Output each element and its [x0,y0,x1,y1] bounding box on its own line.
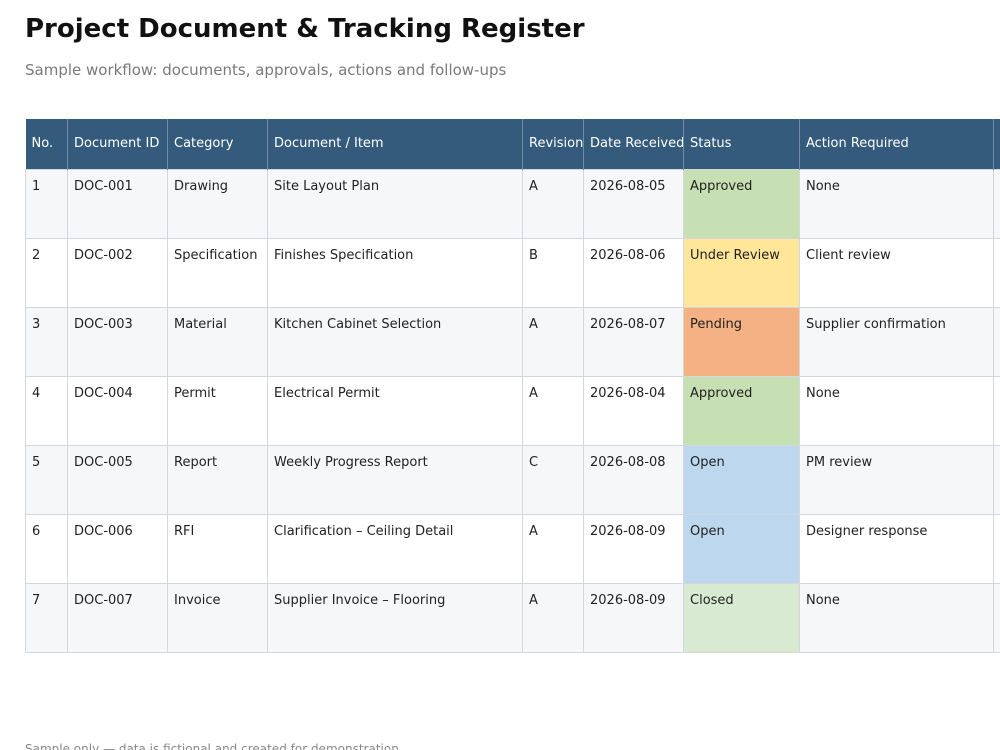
cell-document-id: DOC-003 [67,306,168,377]
cell-status: Under Review [683,237,800,308]
table-row[interactable]: 7 DOC-007 Invoice Supplier Invoice – Floori… [25,582,1000,653]
cell-category: Invoice [167,582,268,653]
cell-date-received: 2026-08-08 [583,444,684,515]
cell-category: RFI [167,513,268,584]
cell-no: 7 [25,582,68,653]
cell-no: 3 [25,306,68,377]
cell-no: 5 [25,444,68,515]
cell-action-required: Client review [799,237,994,308]
column-header-overflow [993,119,1000,169]
cell-date-received: 2026-08-06 [583,237,684,308]
register-table: No. Document ID Category Document / Item… [25,119,1000,653]
cell-no: 1 [25,168,68,239]
cell-category: Report [167,444,268,515]
table-row[interactable]: 1 DOC-001 Drawing Site Layout Plan A 2026-08-… [25,168,1000,239]
cell-category: Drawing [167,168,268,239]
cell-overflow [993,582,1000,653]
column-header-action-required[interactable]: Action Required [799,119,994,169]
cell-category: Material [167,306,268,377]
cell-date-received: 2026-08-07 [583,306,684,377]
cell-revision: A [522,168,584,239]
cell-action-required: None [799,582,994,653]
table-header-row: No. Document ID Category Document / Item… [25,119,1000,169]
cell-revision: C [522,444,584,515]
cell-action-required: PM review [799,444,994,515]
cell-document-item: Kitchen Cabinet Selection [267,306,523,377]
column-header-status[interactable]: Status [683,119,800,169]
cell-document-id: DOC-006 [67,513,168,584]
cell-status: Approved [683,168,800,239]
register-table-body: 1 DOC-001 Drawing Site Layout Plan A 2026-08-… [25,168,1000,653]
footnote: Sample only — data is fictional and crea… [25,742,399,750]
cell-action-required: Supplier confirmation [799,306,994,377]
cell-revision: A [522,513,584,584]
cell-document-id: DOC-007 [67,582,168,653]
cell-document-id: DOC-001 [67,168,168,239]
cell-document-item: Electrical Permit [267,375,523,446]
cell-document-item: Clarification – Ceiling Detail [267,513,523,584]
cell-action-required: None [799,168,994,239]
cell-status: Approved [683,375,800,446]
column-header-date-received[interactable]: Date Received [583,119,684,169]
cell-document-id: DOC-005 [67,444,168,515]
column-header-category[interactable]: Category [167,119,268,169]
cell-no: 6 [25,513,68,584]
cell-category: Specification [167,237,268,308]
column-header-document-item[interactable]: Document / Item [267,119,523,169]
cell-no: 2 [25,237,68,308]
cell-status: Open [683,513,800,584]
cell-overflow [993,306,1000,377]
cell-date-received: 2026-08-09 [583,513,684,584]
cell-overflow [993,168,1000,239]
cell-date-received: 2026-08-05 [583,168,684,239]
cell-revision: A [522,582,584,653]
page-title: Project Document & Tracking Register [25,14,585,44]
cell-status: Closed [683,582,800,653]
cell-document-id: DOC-002 [67,237,168,308]
cell-status: Pending [683,306,800,377]
cell-overflow [993,237,1000,308]
cell-action-required: Designer response [799,513,994,584]
cell-revision: A [522,306,584,377]
cell-revision: A [522,375,584,446]
table-row[interactable]: 5 DOC-005 Report Weekly Progress Report C 202… [25,444,1000,515]
cell-no: 4 [25,375,68,446]
table-row[interactable]: 3 DOC-003 Material Kitchen Cabinet Selectio… [25,306,1000,377]
cell-document-item: Finishes Specification [267,237,523,308]
cell-document-item: Weekly Progress Report [267,444,523,515]
cell-revision: B [522,237,584,308]
cell-date-received: 2026-08-04 [583,375,684,446]
cell-action-required: None [799,375,994,446]
table-row[interactable]: 2 DOC-002 Specification Finishes Specificat… [25,237,1000,308]
cell-status: Open [683,444,800,515]
cell-category: Permit [167,375,268,446]
page-subtitle: Sample workflow: documents, approvals, a… [25,61,507,79]
cell-document-item: Supplier Invoice – Flooring [267,582,523,653]
cell-date-received: 2026-08-09 [583,582,684,653]
column-header-document-id[interactable]: Document ID [67,119,168,169]
cell-overflow [993,513,1000,584]
register-table-container: No. Document ID Category Document / Item… [25,119,1000,653]
cell-document-id: DOC-004 [67,375,168,446]
table-row[interactable]: 4 DOC-004 Permit Electrical Permit A 2026-08-… [25,375,1000,446]
cell-overflow [993,375,1000,446]
column-header-no[interactable]: No. [25,119,68,169]
cell-overflow [993,444,1000,515]
cell-document-item: Site Layout Plan [267,168,523,239]
column-header-revision[interactable]: Revision [522,119,584,169]
table-row[interactable]: 6 DOC-006 RFI Clarification – Ceiling Detai… [25,513,1000,584]
